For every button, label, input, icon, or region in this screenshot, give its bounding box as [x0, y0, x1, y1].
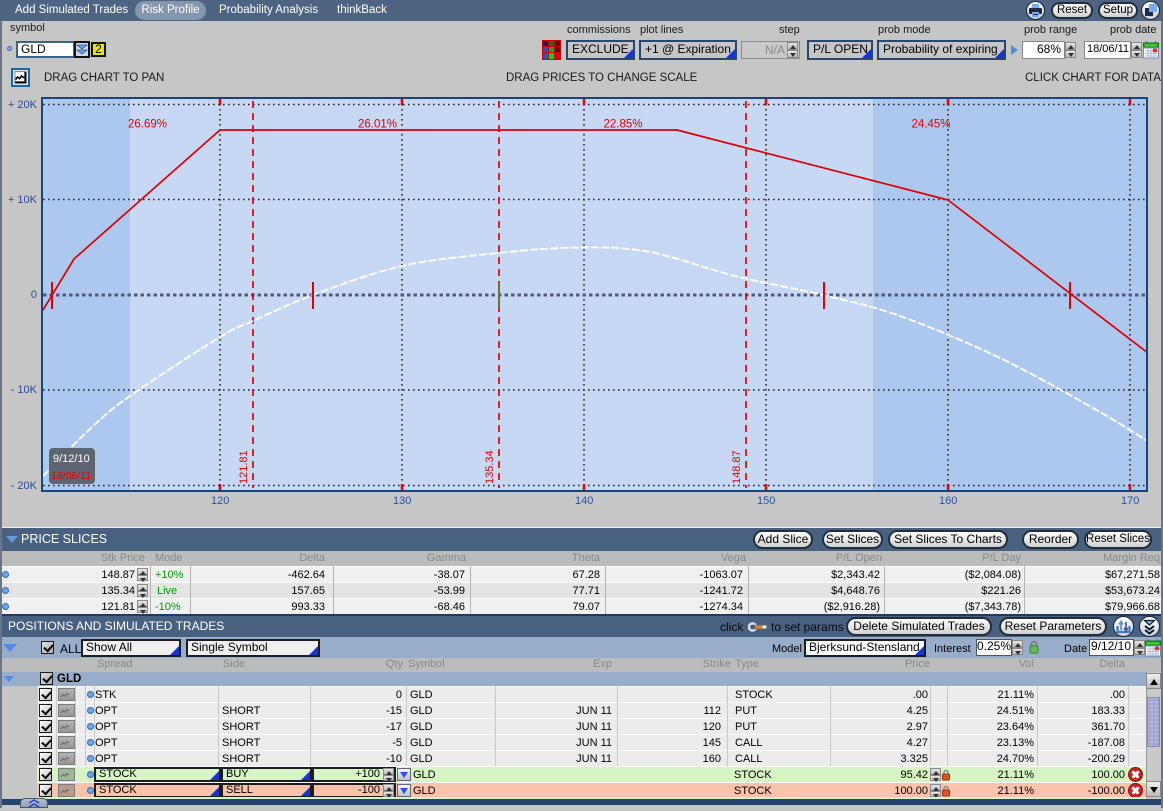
svg-text:26.01%: 26.01% — [358, 119, 397, 131]
svg-text:9/12/10: 9/12/10 — [53, 453, 90, 465]
svg-text:22.85%: 22.85% — [603, 119, 642, 131]
svg-text:135.34: 135.34 — [484, 450, 496, 484]
svg-text:148.87: 148.87 — [731, 450, 743, 484]
svg-text:18/06/11: 18/06/11 — [51, 470, 91, 482]
svg-text:26.69%: 26.69% — [128, 119, 167, 131]
svg-text:121.81: 121.81 — [238, 450, 250, 484]
svg-text:24.45%: 24.45% — [911, 119, 950, 131]
